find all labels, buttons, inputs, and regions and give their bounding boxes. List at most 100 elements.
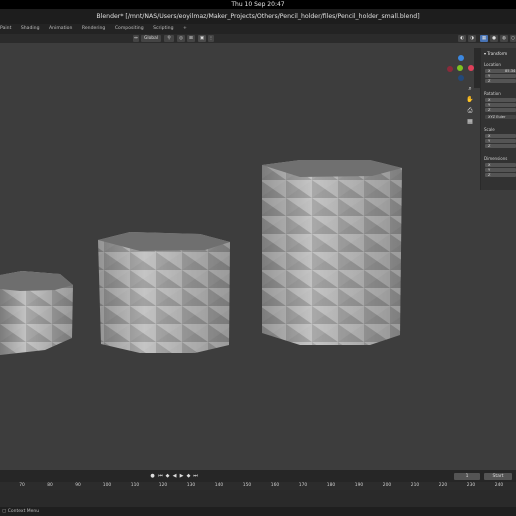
z-axis-label: Z bbox=[488, 172, 491, 177]
xray-toggle-icon[interactable]: ▦ bbox=[480, 35, 488, 42]
scale-x-field[interactable]: X bbox=[485, 134, 516, 138]
jump-keyframe-forward-icon[interactable]: ◆ bbox=[186, 473, 191, 479]
zoom-icon[interactable]: ⌕ bbox=[466, 85, 474, 93]
start-frame-label: Start bbox=[492, 474, 504, 479]
ruler-tick: 170 bbox=[298, 483, 308, 488]
gizmo-z-axis-icon[interactable] bbox=[458, 55, 464, 61]
status-text: Context Menu bbox=[7, 509, 40, 514]
status-bar: ▢ Context Menu bbox=[0, 507, 516, 516]
rotation-label: Rotation bbox=[484, 91, 501, 96]
system-clock[interactable]: Thu 10 Sep 20:47 bbox=[231, 1, 284, 8]
proportional-editing-icon[interactable]: ◎ bbox=[177, 35, 185, 42]
jump-end-icon[interactable]: ⏭ bbox=[193, 473, 198, 479]
snap-icon[interactable]: ⚲ bbox=[164, 35, 174, 42]
ruler-tick: 90 bbox=[75, 483, 81, 488]
z-axis-label: Z bbox=[488, 78, 491, 83]
transform-pivot-icon[interactable]: ↔ bbox=[133, 35, 139, 42]
tab-scripting[interactable]: Scripting bbox=[153, 24, 173, 34]
ruler-tick: 140 bbox=[214, 483, 224, 488]
sidebar-panel: ▾ Transform Location X 85.34 Y Z Rotation… bbox=[480, 48, 516, 190]
pan-hand-icon[interactable]: ✋ bbox=[466, 96, 474, 104]
tab-rendering[interactable]: Rendering bbox=[82, 24, 105, 34]
pencil-holder-medium[interactable] bbox=[98, 232, 230, 353]
start-frame-field[interactable]: Start bbox=[484, 473, 512, 480]
overlays-toggle-icon[interactable]: ◑ bbox=[468, 35, 476, 42]
dimensions-label: Dimensions bbox=[484, 156, 508, 161]
scale-label: Scale bbox=[484, 127, 495, 132]
ruler-tick: 190 bbox=[354, 483, 364, 488]
tab-shading[interactable]: Shading bbox=[21, 24, 40, 34]
tab-compositing[interactable]: Compositing bbox=[115, 24, 144, 34]
jump-keyframe-back-icon[interactable]: ◆ bbox=[165, 473, 170, 479]
ruler-tick: 180 bbox=[326, 483, 336, 488]
scale-y-field[interactable]: Y bbox=[485, 139, 516, 143]
ruler-tick: 110 bbox=[130, 483, 140, 488]
z-axis-label: Z bbox=[488, 107, 491, 112]
ruler-tick: 100 bbox=[102, 483, 112, 488]
tab-paint[interactable]: Paint bbox=[0, 24, 11, 34]
location-x-field[interactable]: X 85.34 bbox=[485, 69, 516, 73]
material-shading-icon[interactable]: ◍ bbox=[500, 35, 508, 42]
shading-dropdown-icon[interactable]: ⋮ bbox=[208, 35, 214, 42]
current-frame-field[interactable]: 1 bbox=[454, 473, 480, 480]
viewport-header: ↔ Global ⚲ ◎ ⊞ ▣ ⋮ ◐ ◑ ▦ ● ◍ ○ bbox=[0, 34, 516, 43]
ruler-tick: 210 bbox=[410, 483, 420, 488]
dimensions-x-field[interactable]: X bbox=[485, 163, 516, 167]
ruler-tick: 240 bbox=[494, 483, 504, 488]
play-reverse-icon[interactable]: ◀ bbox=[172, 473, 177, 479]
camera-view-icon[interactable]: ⎙ bbox=[466, 107, 474, 115]
jump-start-icon[interactable]: ⏮ bbox=[158, 473, 163, 479]
current-frame-value: 1 bbox=[465, 474, 469, 479]
pencil-holder-large[interactable] bbox=[262, 160, 402, 345]
timeline-area[interactable] bbox=[0, 490, 516, 507]
record-icon[interactable]: ● bbox=[150, 473, 155, 479]
rotation-y-field[interactable]: Y bbox=[485, 103, 516, 107]
scale-z-field[interactable]: Z bbox=[485, 144, 516, 148]
ruler-tick: 220 bbox=[438, 483, 448, 488]
transform-orientation-label: Global bbox=[143, 36, 158, 41]
add-workspace-button[interactable]: + bbox=[183, 24, 187, 34]
panel-title: Transform bbox=[487, 51, 508, 56]
timeline-ruler[interactable]: 70 80 90 100 110 120 130 140 150 160 170… bbox=[0, 482, 516, 490]
dimensions-z-field[interactable]: Z bbox=[485, 173, 516, 177]
ruler-tick: 80 bbox=[47, 483, 53, 488]
location-y-field[interactable]: Y bbox=[485, 74, 516, 78]
workspace-tabs: Paint Shading Animation Rendering Compos… bbox=[0, 24, 516, 34]
location-label: Location bbox=[484, 62, 501, 67]
pencil-holder-small[interactable] bbox=[0, 271, 73, 355]
rotation-x-field[interactable]: X bbox=[485, 98, 516, 102]
mouse-icon: ▢ bbox=[2, 509, 7, 514]
ruler-tick: 200 bbox=[382, 483, 392, 488]
transform-orientation-dropdown[interactable]: Global bbox=[141, 35, 161, 42]
play-icon[interactable]: ▶ bbox=[179, 473, 184, 479]
timeline-header: ● ⏮ ◆ ◀ ▶ ◆ ⏭ 1 Start bbox=[0, 470, 516, 482]
tab-animation[interactable]: Animation bbox=[49, 24, 72, 34]
ruler-tick: 120 bbox=[158, 483, 168, 488]
perspective-toggle-icon[interactable]: ▦ bbox=[466, 118, 474, 126]
rotation-mode-dropdown[interactable]: XYZ Euler bbox=[485, 115, 516, 119]
window-title: Blender* [/mnt/NAS/Users/eoyilmaz/Maker_… bbox=[96, 13, 420, 20]
z-axis-label: Z bbox=[488, 143, 491, 148]
rendered-shading-icon[interactable]: ○ bbox=[510, 35, 516, 42]
transform-panel-header[interactable]: ▾ Transform bbox=[484, 51, 507, 56]
ruler-tick: 150 bbox=[242, 483, 252, 488]
viewport-gizmo-toggle-icon[interactable]: ◐ bbox=[458, 35, 466, 42]
ruler-tick: 230 bbox=[466, 483, 476, 488]
overlay-icon[interactable]: ▣ bbox=[198, 35, 206, 42]
ruler-tick: 70 bbox=[19, 483, 25, 488]
location-z-field[interactable]: Z bbox=[485, 79, 516, 83]
location-x-value: 85.34 bbox=[505, 68, 516, 73]
ruler-tick: 130 bbox=[186, 483, 196, 488]
dimensions-y-field[interactable]: Y bbox=[485, 168, 516, 172]
window-title-bar: Blender* [/mnt/NAS/Users/eoyilmaz/Maker_… bbox=[0, 9, 516, 24]
system-top-bar: Thu 10 Sep 20:47 bbox=[0, 0, 516, 9]
snapping-target-icon[interactable]: ⊞ bbox=[187, 35, 195, 42]
gizmo-y-axis-icon[interactable] bbox=[457, 65, 463, 71]
gizmo-neg-z-icon[interactable] bbox=[458, 75, 464, 81]
viewport-scene[interactable] bbox=[0, 43, 516, 470]
rotation-z-field[interactable]: Z bbox=[485, 108, 516, 112]
rotation-mode-label: XYZ Euler bbox=[488, 114, 506, 119]
gizmo-neg-x-icon[interactable] bbox=[447, 66, 453, 72]
3d-viewport[interactable]: ⌕ ✋ ⎙ ▦ bbox=[0, 43, 516, 470]
solid-shading-icon[interactable]: ● bbox=[490, 35, 498, 42]
